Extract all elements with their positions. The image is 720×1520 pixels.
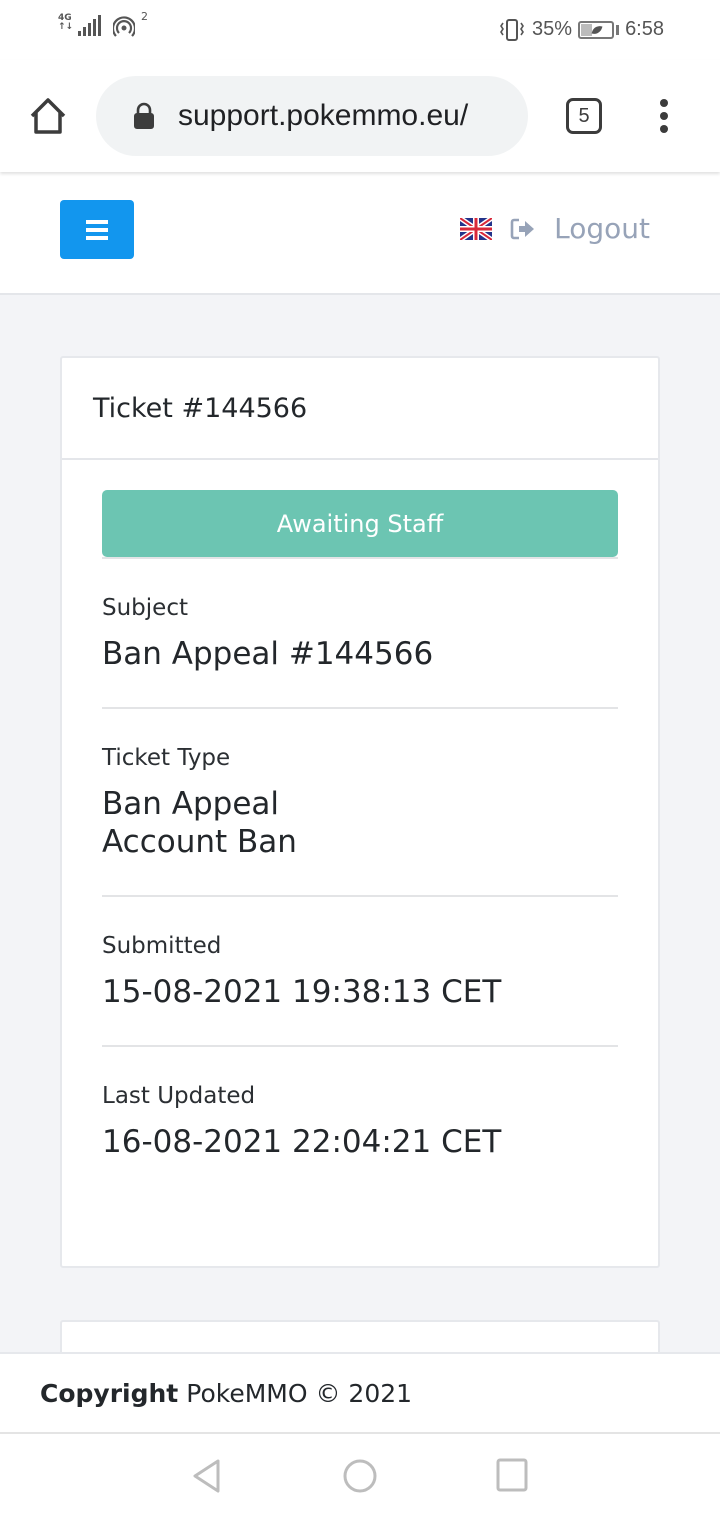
battery-percent: 35% [532, 18, 573, 40]
field-value-line: Ban Appeal [102, 786, 280, 822]
vibrate-icon [500, 18, 524, 41]
status-text: Awaiting Staff [276, 509, 444, 538]
network-label: 4G [58, 13, 72, 23]
navbar-right: Logout [460, 212, 650, 245]
page-content: Logout Ticket #144566 Awaiting Staff Sub… [0, 172, 720, 1380]
home-icon[interactable] [26, 96, 70, 136]
signal-icon [78, 15, 101, 36]
field-subject: Subject Ban Appeal #144566 [102, 557, 618, 707]
field-value: 16-08-2021 22:04:21 CET [102, 1124, 502, 1160]
site-footer: Copyright PokeMMO © 2021 [0, 1352, 720, 1434]
tab-count: 5 [578, 104, 590, 127]
url-text[interactable]: support.pokemmo.eu/ [178, 99, 468, 133]
clock: 6:58 [625, 18, 664, 40]
field-label: Ticket Type [102, 745, 231, 771]
ticket-title: Ticket #144566 [93, 392, 308, 424]
site-navbar: Logout [0, 172, 720, 295]
field-label: Subject [102, 595, 188, 621]
field-value: Ban Appeal #144566 [102, 636, 434, 672]
system-nav-bar [0, 1434, 720, 1520]
logout-icon[interactable] [510, 217, 536, 241]
field-last-updated: Last Updated 16-08-2021 22:04:21 CET [102, 1045, 618, 1195]
hotspot-icon [113, 16, 135, 37]
tab-switcher-button[interactable]: 5 [566, 98, 602, 134]
status-bar: 4G ↑↓ 2 35% 6:58 [0, 0, 720, 60]
field-label: Last Updated [102, 1083, 256, 1109]
status-badge: Awaiting Staff [102, 490, 618, 557]
hotspot-count: 2 [141, 10, 148, 23]
field-ticket-type: Ticket Type Ban Appeal Account Ban [102, 707, 618, 895]
field-label: Submitted [102, 933, 222, 959]
browser-toolbar: support.pokemmo.eu/ 5 [0, 60, 720, 172]
address-bar[interactable]: support.pokemmo.eu/ [96, 76, 528, 156]
field-value-line: Account Ban [102, 824, 297, 860]
back-icon[interactable] [190, 1458, 224, 1494]
logout-link[interactable]: Logout [554, 212, 650, 245]
more-menu-icon[interactable] [652, 96, 676, 136]
status-bar-right: 35% 6:58 [498, 18, 664, 41]
field-value: 15-08-2021 19:38:13 CET [102, 974, 502, 1010]
ticket-card-header: Ticket #144566 [62, 358, 658, 460]
copyright-label: Copyright [40, 1378, 179, 1408]
lock-icon [134, 102, 154, 129]
copyright-text: PokeMMO © 2021 [186, 1378, 413, 1408]
battery-tip [616, 24, 620, 35]
field-submitted: Submitted 15-08-2021 19:38:13 CET [102, 895, 618, 1045]
battery-icon [578, 20, 615, 39]
uk-flag-icon[interactable] [460, 217, 493, 240]
hamburger-menu-button[interactable] [60, 200, 134, 259]
recents-icon[interactable] [496, 1458, 528, 1492]
ticket-card: Ticket #144566 Awaiting Staff Subject Ba… [60, 356, 660, 1268]
home-nav-icon[interactable] [342, 1458, 378, 1494]
status-bar-left: 4G ↑↓ 2 [58, 10, 148, 38]
network-type: 4G ↑↓ [58, 13, 74, 32]
ticket-card-body: Awaiting Staff Subject Ban Appeal #14456… [62, 460, 658, 1195]
